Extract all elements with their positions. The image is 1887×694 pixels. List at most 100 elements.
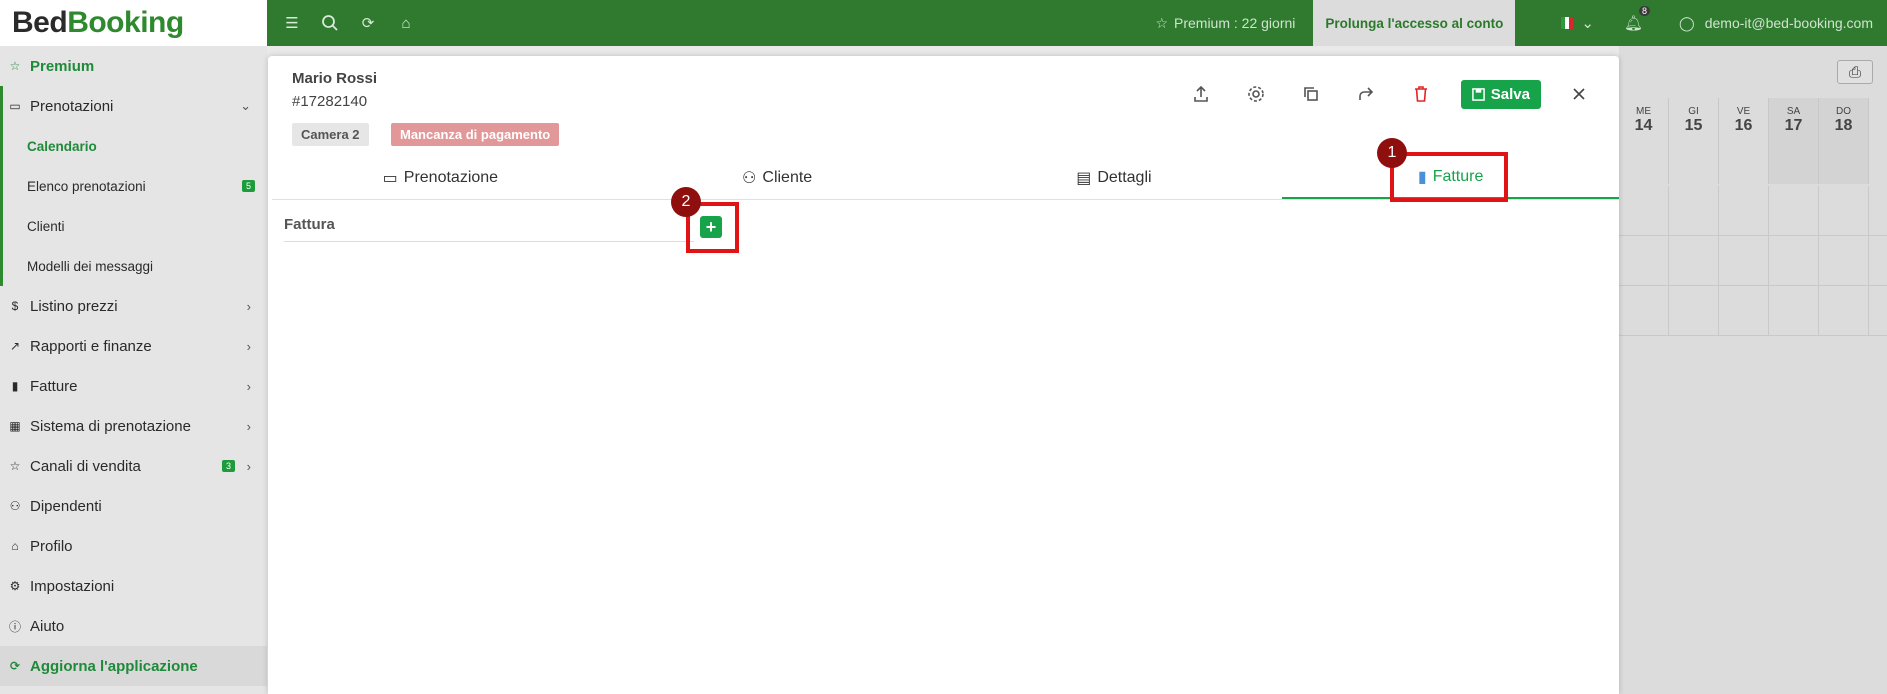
step-marker-2: 2 <box>671 187 701 217</box>
sidebar: Bed Booking ☆ Premium ▭ Prenotazioni ⌄ Ca… <box>0 0 267 694</box>
calendar-days: ME 14 GI 15 VE 16 SA 17 DO 18 <box>1619 98 1869 184</box>
count-badge: 5 <box>241 180 255 192</box>
tab-prenotazione[interactable]: ▭ Prenotazione <box>272 156 609 199</box>
notifications-button[interactable]: 🔔︎ 8 <box>1623 6 1651 32</box>
sidebar-item-sistema[interactable]: ▦ Sistema di prenotazione › <box>0 406 267 446</box>
gear-icon <box>1247 86 1264 102</box>
save-label: Salva <box>1490 85 1530 103</box>
sidebar-item-rapporti[interactable]: ↗ Rapporti e finanze › <box>0 326 267 366</box>
chevron-down-icon: ⌄ <box>240 98 251 113</box>
logo[interactable]: Bed Booking <box>0 0 267 46</box>
premium-status-text: Premium : 22 giorni <box>1174 15 1296 31</box>
sidebar-item-label: Profilo <box>30 537 73 555</box>
calendar-row <box>1619 236 1887 286</box>
sidebar-item-label: Premium <box>30 57 95 75</box>
sidebar-item-listino[interactable]: $ Listino prezzi › <box>0 286 267 326</box>
sidebar-item-fatture[interactable]: ▮ Fatture › <box>0 366 267 406</box>
upload-button[interactable] <box>1186 79 1216 109</box>
count-badge: 3 <box>221 460 235 472</box>
italy-flag-icon <box>1561 17 1574 29</box>
premium-status[interactable]: ☆ Premium : 22 giorni <box>1155 15 1295 32</box>
language-selector[interactable]: ⌄ <box>1561 14 1594 32</box>
day-number: 18 <box>1834 117 1853 134</box>
tab-dettagli[interactable]: ▤ Dettagli <box>946 156 1283 199</box>
sidebar-item-prenotazioni[interactable]: ▭ Prenotazioni ⌄ <box>3 86 267 126</box>
calendar-day[interactable]: GI 15 <box>1669 98 1719 184</box>
gear-icon: ⚙ <box>9 579 21 593</box>
search-icon[interactable] <box>317 10 343 36</box>
save-button[interactable]: Salva <box>1460 79 1541 109</box>
tab-label: Dettagli <box>1097 168 1152 186</box>
tab-cliente[interactable]: ⚇ Cliente <box>609 156 946 199</box>
menu-icon[interactable]: ☰ <box>279 10 305 36</box>
star-icon: ☆ <box>9 59 21 73</box>
upload-icon <box>1193 85 1208 102</box>
sidebar-group-prenotazioni: ▭ Prenotazioni ⌄ Calendario Elenco preno… <box>0 86 267 286</box>
sidebar-item-label: Rapporti e finanze <box>30 337 152 355</box>
sidebar-item-elenco-prenotazioni[interactable]: Elenco prenotazioni 5 <box>3 166 267 206</box>
guest-name: Mario Rossi <box>292 70 378 87</box>
print-button[interactable]: ⎙ <box>1837 60 1873 84</box>
chart-icon: ↗ <box>9 339 21 353</box>
chevron-right-icon: › <box>246 418 251 434</box>
save-icon <box>1471 87 1485 101</box>
day-number: 14 <box>1634 117 1653 134</box>
home-icon[interactable]: ⌂ <box>393 10 419 36</box>
logo-booking: Booking <box>67 6 184 39</box>
sidebar-item-modelli[interactable]: Modelli dei messaggi <box>3 246 267 286</box>
copy-icon <box>1303 87 1318 101</box>
step-marker-1: 1 <box>1377 138 1407 168</box>
calendar-day[interactable]: DO 18 <box>1819 98 1869 184</box>
tab-label: Cliente <box>762 168 813 186</box>
sidebar-item-label: Aggiorna l'applicazione <box>30 657 198 675</box>
sidebar-item-label: Elenco prenotazioni <box>27 178 146 194</box>
close-button[interactable] <box>1569 84 1589 104</box>
sidebar-item-label: Clienti <box>27 218 65 234</box>
star-icon: ☆ <box>9 459 21 473</box>
delete-button[interactable] <box>1406 79 1436 109</box>
sidebar-item-profilo[interactable]: ⌂ Profilo <box>0 526 267 566</box>
sidebar-item-calendario[interactable]: Calendario <box>3 126 267 166</box>
user-icon: ◯ <box>1679 14 1695 31</box>
sidebar-item-label: Aiuto <box>30 617 65 635</box>
extend-access-button[interactable]: Prolunga l'accesso al conto <box>1313 0 1516 46</box>
sidebar-item-aggiorna[interactable]: ⟳ Aggiorna l'applicazione <box>0 646 267 686</box>
booking-number: #17282140 <box>292 93 368 110</box>
sidebar-item-label: Dipendenti <box>30 497 102 515</box>
weekday-label: VE <box>1736 106 1751 117</box>
sidebar-item-dipendenti[interactable]: ⚇ Dipendenti <box>0 486 267 526</box>
sidebar-item-label: Impostazioni <box>30 577 115 595</box>
sidebar-item-label: Listino prezzi <box>30 297 118 315</box>
calendar-day[interactable]: VE 16 <box>1719 98 1769 184</box>
close-icon <box>1573 88 1585 100</box>
sidebar-item-canali[interactable]: ☆ Canali di vendita 3 › <box>0 446 267 486</box>
day-number: 15 <box>1684 117 1703 134</box>
calendar-row <box>1619 186 1887 236</box>
printer-icon: ⎙ <box>1848 63 1861 81</box>
calendar-day[interactable]: ME 14 <box>1619 98 1669 184</box>
weekday-label: ME <box>1636 106 1651 117</box>
topbar-right: ☆ Premium : 22 giorni Prolunga l'accesso… <box>1155 0 1887 46</box>
settings-button[interactable] <box>1241 79 1271 109</box>
forward-button[interactable] <box>1351 79 1381 109</box>
chevron-right-icon: › <box>246 378 251 394</box>
duplicate-button[interactable] <box>1296 79 1326 109</box>
sidebar-item-premium[interactable]: ☆ Premium <box>0 46 267 86</box>
info-icon: ⓘ <box>8 619 21 634</box>
calendar-day[interactable]: SA 17 <box>1769 98 1819 184</box>
bell-icon: 🔔︎ <box>1623 15 1644 32</box>
document-icon: ▤ <box>1076 169 1092 187</box>
user-menu[interactable]: ◯ demo-it@bed-booking.com <box>1679 15 1873 32</box>
chevron-right-icon: › <box>246 298 251 314</box>
room-chip: Camera 2 <box>292 123 369 146</box>
highlight-box-fatture-tab <box>1390 152 1508 202</box>
sidebar-item-clienti[interactable]: Clienti <box>3 206 267 246</box>
sidebar-item-aiuto[interactable]: ⓘ Aiuto <box>0 606 267 646</box>
user-email: demo-it@bed-booking.com <box>1704 15 1873 31</box>
grid-icon: ▦ <box>9 419 21 433</box>
sidebar-item-impostazioni[interactable]: ⚙ Impostazioni <box>0 566 267 606</box>
chevron-right-icon: › <box>246 458 251 474</box>
payment-status-badge: Mancanza di pagamento <box>391 123 560 146</box>
refresh-icon[interactable]: ⟳ <box>355 10 381 36</box>
sidebar-item-label: Canali di vendita <box>30 457 141 475</box>
